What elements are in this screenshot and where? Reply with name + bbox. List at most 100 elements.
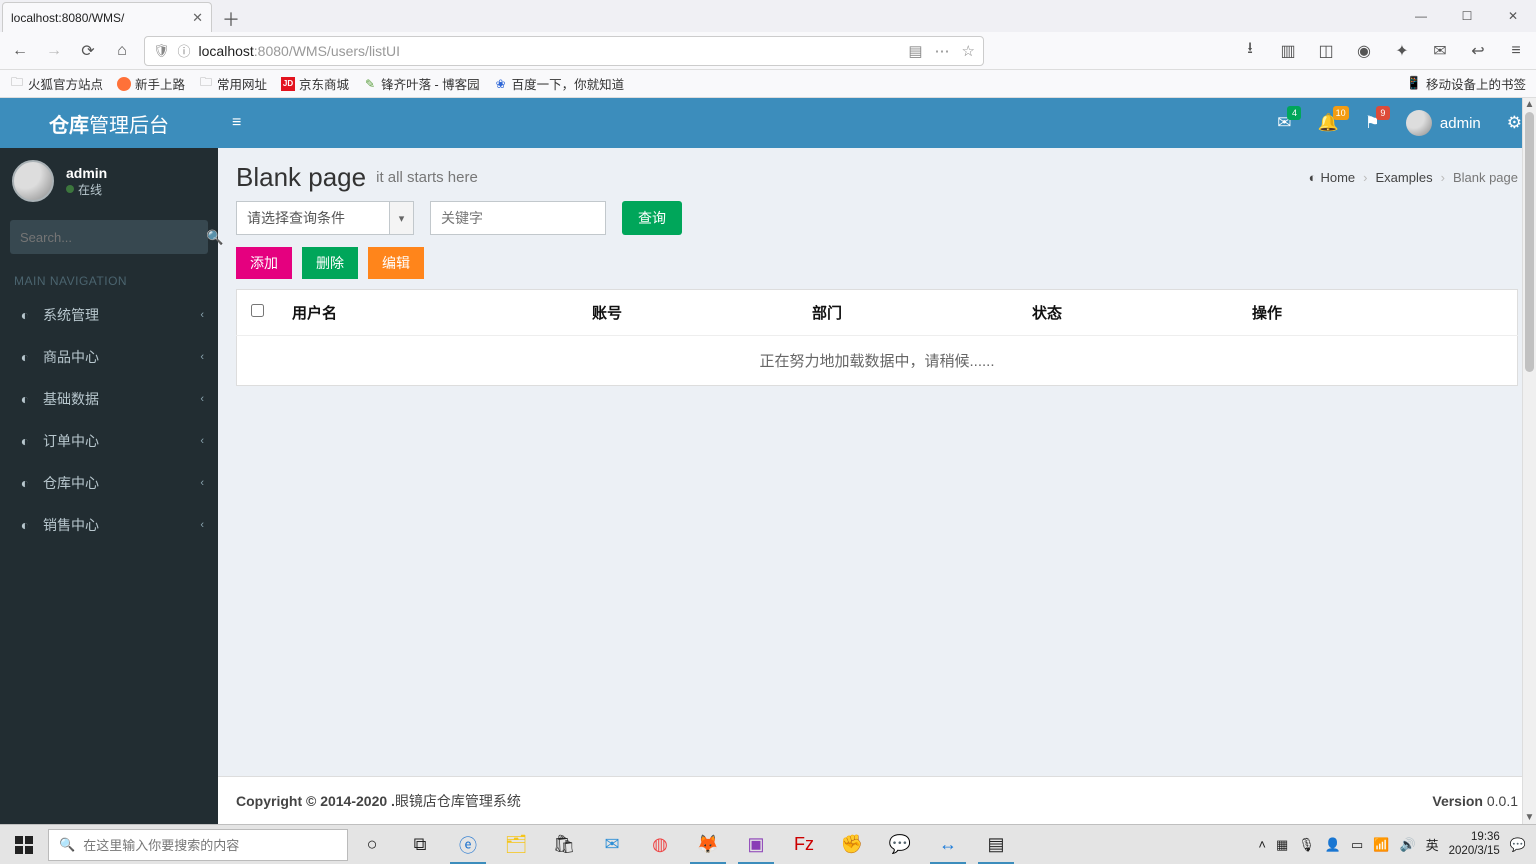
new-tab-button[interactable]: ＋ bbox=[218, 6, 244, 32]
shield-icon: 🛡 bbox=[153, 43, 170, 59]
app-icon[interactable]: ◍ bbox=[636, 825, 684, 864]
bookmark-item[interactable]: 🗀火狐官方站点 bbox=[10, 74, 103, 93]
store-icon[interactable]: 🛍 bbox=[540, 825, 588, 864]
app-footer: Copyright © 2014-2020 .眼镜店仓库管理系统 Version… bbox=[218, 776, 1536, 824]
gears-icon[interactable]: ⚙ bbox=[1507, 113, 1522, 133]
tray-wifi-icon[interactable]: 📶 bbox=[1373, 837, 1389, 853]
breadcrumb-home[interactable]: ◐Home bbox=[1309, 170, 1356, 185]
reader-icon[interactable]: ▤ bbox=[908, 42, 922, 60]
forward-icon[interactable]: → bbox=[42, 39, 66, 63]
more-icon[interactable]: ⋯ bbox=[935, 42, 950, 60]
sidebar-item-system[interactable]: ◐系统管理‹ bbox=[0, 294, 218, 336]
scroll-down-icon[interactable]: ▼ bbox=[1523, 812, 1536, 823]
edit-button[interactable]: 编辑 bbox=[368, 247, 424, 279]
add-button[interactable]: 添加 bbox=[236, 247, 292, 279]
start-button[interactable] bbox=[0, 825, 48, 864]
downloads-icon[interactable]: ⭳ bbox=[1238, 39, 1262, 63]
delete-button[interactable]: 删除 bbox=[302, 247, 358, 279]
folder-icon: 🗀 bbox=[10, 77, 24, 91]
url-bar[interactable]: 🛡 ⓘ localhost:8080/WMS/users/listUI ▤ ⋯ … bbox=[144, 36, 984, 66]
avatar[interactable] bbox=[12, 160, 54, 202]
app-root: 仓库管理后台 admin 在线 🔍 MAIN NAVIGATION ◐系统管理‹… bbox=[0, 98, 1536, 824]
sidebar-item-warehouse[interactable]: ◐仓库中心‹ bbox=[0, 462, 218, 504]
bookmark-item[interactable]: ❀百度一下，你就知道 bbox=[494, 74, 625, 93]
reload-icon[interactable]: ⟳ bbox=[76, 39, 100, 63]
breadcrumb-mid[interactable]: Examples bbox=[1376, 170, 1433, 185]
edge-icon[interactable]: ⓔ bbox=[444, 825, 492, 864]
breadcrumb-last: Blank page bbox=[1453, 170, 1518, 185]
bookmark-item[interactable]: ✎锋齐叶落 - 博客园 bbox=[363, 74, 480, 93]
close-icon[interactable]: ✕ bbox=[192, 10, 203, 26]
sidebar: 仓库管理后台 admin 在线 🔍 MAIN NAVIGATION ◐系统管理‹… bbox=[0, 98, 218, 824]
cortana-icon[interactable]: ○ bbox=[348, 825, 396, 864]
ide-icon[interactable]: ▣ bbox=[732, 825, 780, 864]
window-controls: — ☐ ✕ bbox=[1398, 0, 1536, 32]
taskview-icon[interactable]: ⧉ bbox=[396, 825, 444, 864]
chevron-down-icon: ▾ bbox=[389, 202, 413, 234]
app2-icon[interactable]: ✊ bbox=[828, 825, 876, 864]
account-icon[interactable]: ◉ bbox=[1352, 39, 1376, 63]
wechat-icon[interactable]: 💬 bbox=[876, 825, 924, 864]
library-icon[interactable]: ▥ bbox=[1276, 39, 1300, 63]
maximize-icon[interactable]: ☐ bbox=[1444, 0, 1490, 32]
scroll-up-icon[interactable]: ▲ bbox=[1523, 99, 1536, 110]
ext3-icon[interactable]: ↩ bbox=[1466, 39, 1490, 63]
search-input[interactable] bbox=[10, 230, 206, 245]
select-all-checkbox[interactable] bbox=[251, 304, 264, 317]
tray-up-icon[interactable]: ˄ bbox=[1258, 837, 1266, 852]
table-row: 正在努力地加载数据中，请稍候...... bbox=[237, 336, 1518, 386]
header-user[interactable]: admin bbox=[1406, 110, 1481, 136]
tray-battery-icon[interactable]: ▭ bbox=[1351, 837, 1363, 853]
tray-clock[interactable]: 19:36 2020/3/15 bbox=[1449, 831, 1500, 857]
keyword-input[interactable] bbox=[430, 201, 606, 235]
sidebar-item-goods[interactable]: ◐商品中心‹ bbox=[0, 336, 218, 378]
info-icon: ⓘ bbox=[178, 41, 191, 60]
browser-tab[interactable]: localhost:8080/WMS/ ✕ bbox=[2, 2, 212, 32]
star-icon[interactable]: ☆ bbox=[962, 42, 975, 60]
taskbar-search[interactable]: 🔍 在这里输入你要搜索的内容 bbox=[48, 829, 348, 861]
query-field-select[interactable]: 请选择查询条件 ▾ bbox=[236, 201, 414, 235]
explorer-icon[interactable]: 🗂 bbox=[492, 825, 540, 864]
sidebar-item-order[interactable]: ◐订单中心‹ bbox=[0, 420, 218, 462]
dashboard-icon: ◐ bbox=[1309, 170, 1317, 185]
baidu-icon: ❀ bbox=[494, 77, 508, 91]
filezilla-icon[interactable]: Fz bbox=[780, 825, 828, 864]
sidebar-icon[interactable]: ◫ bbox=[1314, 39, 1338, 63]
app3-icon[interactable]: ▤ bbox=[972, 825, 1020, 864]
hamburger-icon[interactable]: ≡ bbox=[232, 114, 241, 132]
close-window-icon[interactable]: ✕ bbox=[1490, 0, 1536, 32]
taskbar-apps: ○ ⧉ ⓔ 🗂 🛍 ✉ ◍ 🦊 ▣ Fz ✊ 💬 ↔ ▤ bbox=[348, 825, 1020, 864]
bookmark-item[interactable]: 🗀常用网址 bbox=[199, 74, 267, 93]
sidebar-item-sales[interactable]: ◐销售中心‹ bbox=[0, 504, 218, 546]
menu-icon[interactable]: ≡ bbox=[1504, 39, 1528, 63]
query-button[interactable]: 查询 bbox=[622, 201, 682, 235]
tray-people-icon[interactable]: 👤 bbox=[1325, 837, 1341, 853]
bookmark-item[interactable]: JD京东商城 bbox=[281, 74, 349, 93]
minimize-icon[interactable]: — bbox=[1398, 0, 1444, 32]
firefox-icon[interactable]: 🦊 bbox=[684, 825, 732, 864]
notifications-icon[interactable]: 💬 bbox=[1510, 837, 1526, 853]
brand[interactable]: 仓库管理后台 bbox=[0, 98, 218, 148]
mobile-bookmarks[interactable]: 📱移动设备上的书签 bbox=[1406, 74, 1526, 93]
bell-icon[interactable]: 🔔10 bbox=[1317, 113, 1338, 133]
tray-ime[interactable]: 英 bbox=[1426, 835, 1439, 854]
ext1-icon[interactable]: ✦ bbox=[1390, 39, 1414, 63]
mail-app-icon[interactable]: ✉ bbox=[588, 825, 636, 864]
bookmark-item[interactable]: 新手上路 bbox=[117, 74, 185, 93]
ext2-icon[interactable]: ✉ bbox=[1428, 39, 1452, 63]
search-icon: 🔍 bbox=[59, 837, 75, 853]
tray-volume-icon[interactable]: 🔊 bbox=[1399, 837, 1415, 853]
back-icon[interactable]: ← bbox=[8, 39, 32, 63]
tray-mic-icon[interactable]: 🎙 bbox=[1298, 837, 1315, 853]
chevron-left-icon: ‹ bbox=[200, 351, 204, 363]
home-icon[interactable]: ⌂ bbox=[110, 39, 134, 63]
gauge-icon: ◐ bbox=[17, 391, 33, 407]
tray-app-icon[interactable]: ▦ bbox=[1276, 837, 1288, 853]
mail-icon[interactable]: ✉4 bbox=[1277, 113, 1291, 133]
scroll-thumb[interactable] bbox=[1525, 112, 1534, 372]
bookmarks-bar: 🗀火狐官方站点 新手上路 🗀常用网址 JD京东商城 ✎锋齐叶落 - 博客园 ❀百… bbox=[0, 70, 1536, 98]
sidebar-item-base[interactable]: ◐基础数据‹ bbox=[0, 378, 218, 420]
scrollbar[interactable]: ▲ ▼ bbox=[1522, 98, 1536, 824]
flag-icon[interactable]: ⚑9 bbox=[1365, 113, 1380, 133]
teamviewer-icon[interactable]: ↔ bbox=[924, 825, 972, 864]
